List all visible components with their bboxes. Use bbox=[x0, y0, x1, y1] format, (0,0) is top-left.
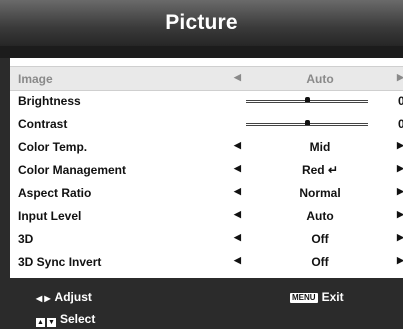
item-value: Off bbox=[311, 232, 329, 246]
exit-hint: MENU Exit bbox=[290, 290, 344, 304]
item-label: Color Management bbox=[18, 163, 127, 177]
contrast-slider[interactable] bbox=[246, 120, 368, 126]
menu-key-icon: MENU bbox=[290, 293, 318, 303]
left-arrow-icon[interactable]: ◀ bbox=[234, 163, 241, 174]
item-label: 3D bbox=[18, 232, 34, 246]
left-arrow-icon[interactable]: ◀ bbox=[234, 209, 241, 220]
menu-panel: Image ◀ Auto ▶ Brightness 0 Contrast 0 C… bbox=[10, 58, 403, 278]
menu-item-contrast[interactable]: Contrast 0 bbox=[10, 112, 403, 135]
left-arrow-icon[interactable]: ◀ bbox=[234, 186, 241, 197]
right-arrow-icon[interactable]: ▶ bbox=[397, 255, 403, 266]
item-value: Auto bbox=[306, 72, 334, 86]
brightness-slider[interactable] bbox=[246, 97, 368, 103]
item-value: 0 bbox=[398, 94, 403, 108]
slider-knob[interactable] bbox=[305, 97, 310, 103]
item-value: Normal bbox=[299, 186, 341, 200]
item-label: Input Level bbox=[18, 209, 82, 223]
item-label: Color Temp. bbox=[18, 140, 88, 154]
item-label: Aspect Ratio bbox=[18, 186, 92, 200]
header-separator bbox=[0, 46, 403, 58]
item-value: Mid bbox=[309, 140, 331, 154]
right-arrow-icon[interactable]: ▶ bbox=[397, 72, 403, 83]
left-arrow-icon[interactable]: ◀ bbox=[234, 72, 241, 83]
osd-menu: Picture Image ◀ Auto ▶ Brightness 0 Cont… bbox=[0, 0, 403, 329]
menu-item-color-temp[interactable]: Color Temp. ◀ Mid ▶ bbox=[10, 135, 403, 158]
down-arrow-icon: ▼ bbox=[47, 318, 56, 327]
menu-header: Picture bbox=[0, 0, 403, 46]
right-arrow-icon[interactable]: ▶ bbox=[397, 209, 403, 220]
adjust-hint: ◀ ▶ Adjust bbox=[36, 290, 92, 304]
menu-item-input-level[interactable]: Input Level ◀ Auto ▶ bbox=[10, 204, 403, 227]
menu-item-aspect-ratio[interactable]: Aspect Ratio ◀ Normal ▶ bbox=[10, 181, 403, 204]
menu-item-color-management[interactable]: Color Management ◀ Red ↵ ▶ bbox=[10, 158, 403, 181]
menu-title: Picture bbox=[165, 11, 238, 34]
left-right-arrows-icon: ◀ ▶ bbox=[36, 294, 51, 303]
exit-label: Exit bbox=[321, 290, 344, 304]
right-arrow-icon[interactable]: ▶ bbox=[397, 186, 403, 197]
up-arrow-icon: ▲ bbox=[36, 318, 45, 327]
select-label: Select bbox=[60, 312, 96, 326]
item-label: Contrast bbox=[18, 117, 68, 131]
menu-item-3d[interactable]: 3D ◀ Off ▶ bbox=[10, 227, 403, 250]
menu-item-brightness[interactable]: Brightness 0 bbox=[10, 89, 403, 112]
left-arrow-icon[interactable]: ◀ bbox=[234, 140, 241, 151]
item-value: Red ↵ bbox=[301, 163, 339, 177]
item-label: 3D Sync Invert bbox=[18, 255, 102, 269]
menu-item-3d-sync-invert[interactable]: 3D Sync Invert ◀ Off ▶ bbox=[10, 250, 403, 273]
slider-knob[interactable] bbox=[305, 120, 310, 126]
adjust-label: Adjust bbox=[54, 290, 92, 304]
item-label: Image bbox=[18, 72, 53, 86]
menu-footer: ◀ ▶ Adjust MENU Exit ▲ ▼ Select bbox=[0, 278, 403, 329]
item-value: Auto bbox=[306, 209, 334, 223]
right-arrow-icon[interactable]: ▶ bbox=[397, 163, 403, 174]
left-arrow-icon[interactable]: ◀ bbox=[234, 255, 241, 266]
right-arrow-icon[interactable]: ▶ bbox=[397, 232, 403, 243]
select-hint: ▲ ▼ Select bbox=[36, 312, 95, 327]
item-value: Off bbox=[311, 255, 329, 269]
item-value: 0 bbox=[398, 117, 403, 131]
left-arrow-icon[interactable]: ◀ bbox=[234, 232, 241, 243]
right-arrow-icon[interactable]: ▶ bbox=[397, 140, 403, 151]
menu-item-image[interactable]: Image ◀ Auto ▶ bbox=[10, 66, 403, 91]
item-label: Brightness bbox=[18, 94, 81, 108]
